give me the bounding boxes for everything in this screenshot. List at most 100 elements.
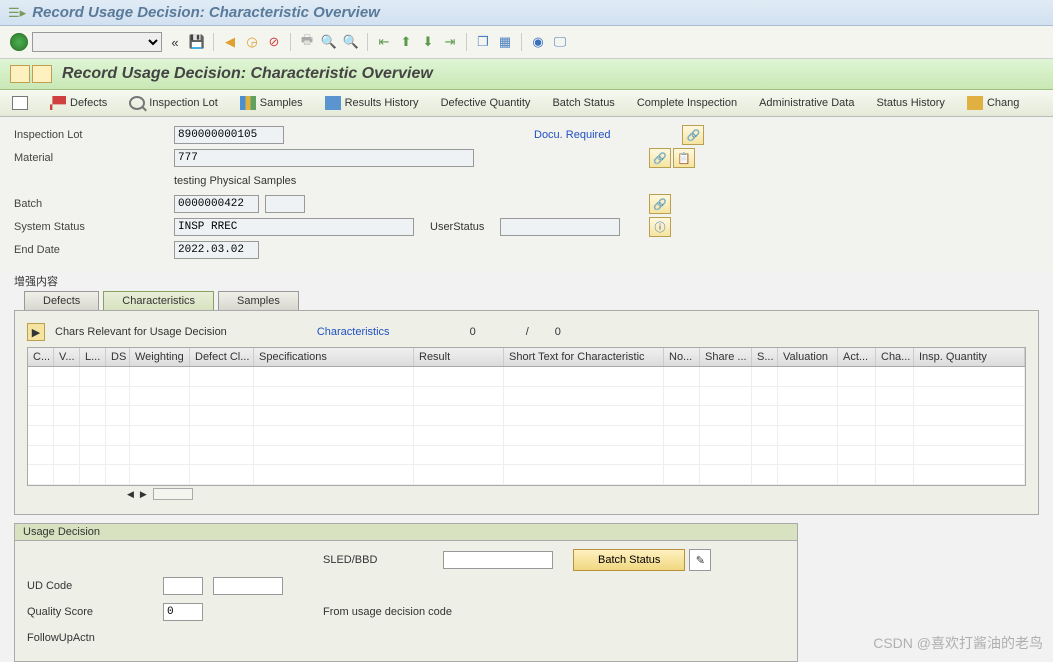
col-s[interactable]: S...	[752, 348, 778, 366]
save-icon[interactable]: 💾	[188, 33, 206, 51]
table-row[interactable]	[28, 426, 1025, 446]
enter-button[interactable]	[10, 33, 28, 51]
next-page-icon[interactable]: ⬇	[419, 33, 437, 51]
defective-qty-label: Defective Quantity	[441, 97, 531, 109]
material-label: Material	[14, 152, 174, 164]
find-icon: 🔍	[320, 33, 338, 51]
count1: 0	[470, 326, 476, 338]
col-specs[interactable]: Specifications	[254, 348, 414, 366]
toolbar-doc[interactable]	[8, 94, 32, 112]
col-defect-cl[interactable]: Defect Cl...	[190, 348, 254, 366]
toolbar-batch-status[interactable]: Batch Status	[548, 95, 618, 111]
col-result[interactable]: Result	[414, 348, 504, 366]
toolbar-defects[interactable]: Defects	[46, 94, 111, 112]
prev-page-icon[interactable]: ⬆	[397, 33, 415, 51]
expand-button[interactable]: ▶	[27, 323, 45, 341]
customize-icon[interactable]: 🖵	[551, 33, 569, 51]
ud-code-field-1[interactable]	[163, 577, 203, 595]
batch-field[interactable]	[174, 195, 259, 213]
edit-button[interactable]: ✎	[689, 549, 711, 571]
usage-decision-panel: Usage Decision SLED/BBD Batch Status ✎ U…	[14, 523, 798, 662]
characteristics-link[interactable]: Characteristics	[317, 326, 390, 338]
quality-score-field[interactable]	[163, 603, 203, 621]
material-button-2[interactable]: 📋	[673, 148, 695, 168]
print-icon: 🖶	[298, 33, 316, 51]
cancel-icon[interactable]: ⊘	[265, 33, 283, 51]
sled-field[interactable]	[443, 551, 553, 569]
tab-strip: Defects Characteristics Samples	[0, 291, 1053, 310]
batch-status-button[interactable]: Batch Status	[573, 549, 685, 571]
scroll-left-icon[interactable]: ◀	[127, 489, 134, 500]
col-c[interactable]: C...	[28, 348, 54, 366]
grid-header: C... V... L... DS Weighting Defect Cl...…	[28, 348, 1025, 367]
batch-button[interactable]: 🔗	[649, 194, 671, 214]
col-l[interactable]: L...	[80, 348, 106, 366]
page-title: Record Usage Decision: Characteristic Ov…	[62, 65, 433, 83]
table-row[interactable]	[28, 367, 1025, 387]
ud-code-field-2[interactable]	[213, 577, 283, 595]
header-icons[interactable]	[10, 65, 52, 83]
toolbar-status-history[interactable]: Status History	[872, 95, 948, 111]
status-info-button[interactable]: ⓘ	[649, 217, 671, 237]
back-icon[interactable]: ◀	[221, 33, 239, 51]
col-ds[interactable]: DS	[106, 348, 130, 366]
table-row[interactable]	[28, 387, 1025, 407]
col-v[interactable]: V...	[54, 348, 80, 366]
count-sep: /	[526, 326, 529, 338]
inspection-lot-field[interactable]	[174, 126, 284, 144]
material-desc: testing Physical Samples	[174, 175, 296, 187]
col-weighting[interactable]: Weighting	[130, 348, 190, 366]
characteristics-panel: ▶ Chars Relevant for Usage Decision Char…	[14, 310, 1039, 515]
col-act[interactable]: Act...	[838, 348, 876, 366]
col-no[interactable]: No...	[664, 348, 700, 366]
col-share[interactable]: Share ...	[700, 348, 752, 366]
command-field[interactable]	[32, 32, 162, 52]
toolbar-results-history[interactable]: Results History	[321, 94, 423, 112]
followup-label: FollowUpActn	[23, 632, 163, 644]
toolbar-samples[interactable]: Samples	[236, 94, 307, 112]
back-page-icon[interactable]: «	[166, 33, 184, 51]
col-insp-qty[interactable]: Insp. Quantity	[914, 348, 1025, 366]
toolbar-defective-qty[interactable]: Defective Quantity	[437, 95, 535, 111]
col-short-text[interactable]: Short Text for Characteristic	[504, 348, 664, 366]
material-button-1[interactable]: 🔗	[649, 148, 671, 168]
admin-data-label: Administrative Data	[759, 97, 854, 109]
tab-defects[interactable]: Defects	[24, 291, 99, 310]
table-row[interactable]	[28, 446, 1025, 466]
system-status-field[interactable]	[174, 218, 414, 236]
user-status-field[interactable]	[500, 218, 620, 236]
first-page-icon[interactable]: ⇤	[375, 33, 393, 51]
end-date-field[interactable]	[174, 241, 259, 259]
samples-label: Samples	[260, 97, 303, 109]
help-icon[interactable]: ◉	[529, 33, 547, 51]
docu-required-link[interactable]: Docu. Required	[534, 129, 610, 141]
toolbar-chang[interactable]: Chang	[963, 94, 1023, 112]
toolbar-inspection-lot[interactable]: Inspection Lot	[125, 94, 222, 112]
menu-icon[interactable]: ☰▸	[8, 5, 26, 21]
batch-label: Batch	[14, 198, 174, 210]
material-field[interactable]	[174, 149, 474, 167]
table-row[interactable]	[28, 406, 1025, 426]
system-toolbar: « 💾 ◀ ◶ ⊘ 🖶 🔍 🔍 ⇤ ⬆ ⬇ ⇥ ❐ ▦ ◉ 🖵	[0, 26, 1053, 59]
quality-score-label: Quality Score	[23, 606, 163, 618]
new-session-icon[interactable]: ❐	[474, 33, 492, 51]
tab-samples[interactable]: Samples	[218, 291, 299, 310]
docu-button[interactable]: 🔗	[682, 125, 704, 145]
inspection-lot-label: Inspection Lot	[14, 129, 174, 141]
document-icon	[12, 96, 28, 110]
toolbar-complete-inspection[interactable]: Complete Inspection	[633, 95, 741, 111]
last-page-icon[interactable]: ⇥	[441, 33, 459, 51]
exit-icon[interactable]: ◶	[243, 33, 261, 51]
column-config-button[interactable]	[153, 488, 193, 500]
sled-label: SLED/BBD	[323, 554, 443, 566]
layout-icon[interactable]: ▦	[496, 33, 514, 51]
scroll-right-icon[interactable]: ▶	[140, 489, 147, 500]
col-cha[interactable]: Cha...	[876, 348, 914, 366]
ud-code-label: UD Code	[23, 580, 163, 592]
col-valuation[interactable]: Valuation	[778, 348, 838, 366]
flag-icon	[50, 96, 66, 110]
tab-characteristics[interactable]: Characteristics	[103, 291, 214, 310]
batch-field-2[interactable]	[265, 195, 305, 213]
table-row[interactable]	[28, 465, 1025, 485]
toolbar-admin-data[interactable]: Administrative Data	[755, 95, 858, 111]
